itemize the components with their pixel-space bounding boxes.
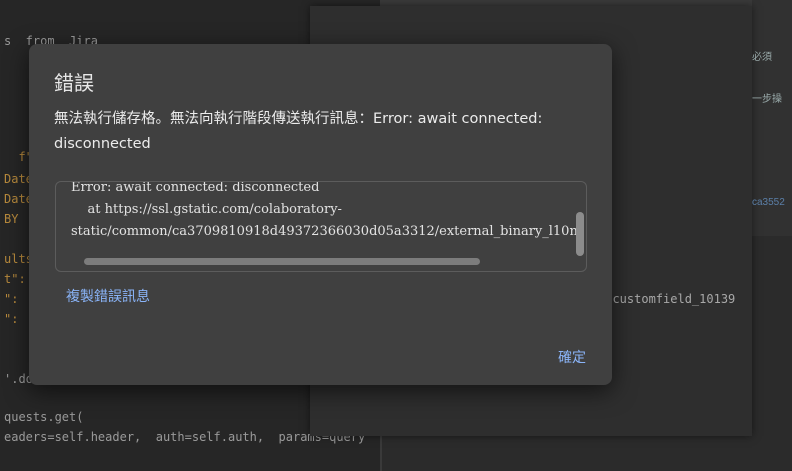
dialog-title: 錯誤 (54, 71, 94, 95)
error-line: Error: await connected: disconnected (71, 181, 320, 195)
background-link: ca3552 (752, 197, 785, 208)
background-side-text: 一步操 (752, 94, 782, 105)
background-code-line: quests.get( (4, 410, 84, 424)
background-code-line: ": (4, 292, 19, 306)
background-code-line: BY (4, 212, 19, 226)
horizontal-scrollbar[interactable] (84, 258, 480, 265)
error-dialog: 錯誤 無法執行儲存格。無法向執行階段傳送執行訊息：Error: await co… (29, 44, 612, 385)
vertical-scrollbar[interactable] (576, 212, 584, 256)
dialog-message: 無法執行儲存格。無法向執行階段傳送執行訊息：Error: await conne… (54, 111, 543, 152)
background-output-text: 2,customfield_10139 (598, 292, 736, 306)
error-details-box[interactable]: Error: await connected: disconnected at … (55, 181, 587, 272)
background-code-line: ": (4, 312, 19, 326)
error-line: static/common/ca3709810918d49372366030d0… (71, 224, 578, 239)
background-side-text: 必須 (752, 52, 772, 63)
copy-error-message-button[interactable]: 複製錯誤訊息 (66, 286, 150, 306)
ok-button[interactable]: 確定 (558, 347, 586, 367)
background-code-line: t": (4, 272, 26, 286)
error-line: at https://ssl.gstatic.com/colaboratory- (71, 202, 342, 217)
